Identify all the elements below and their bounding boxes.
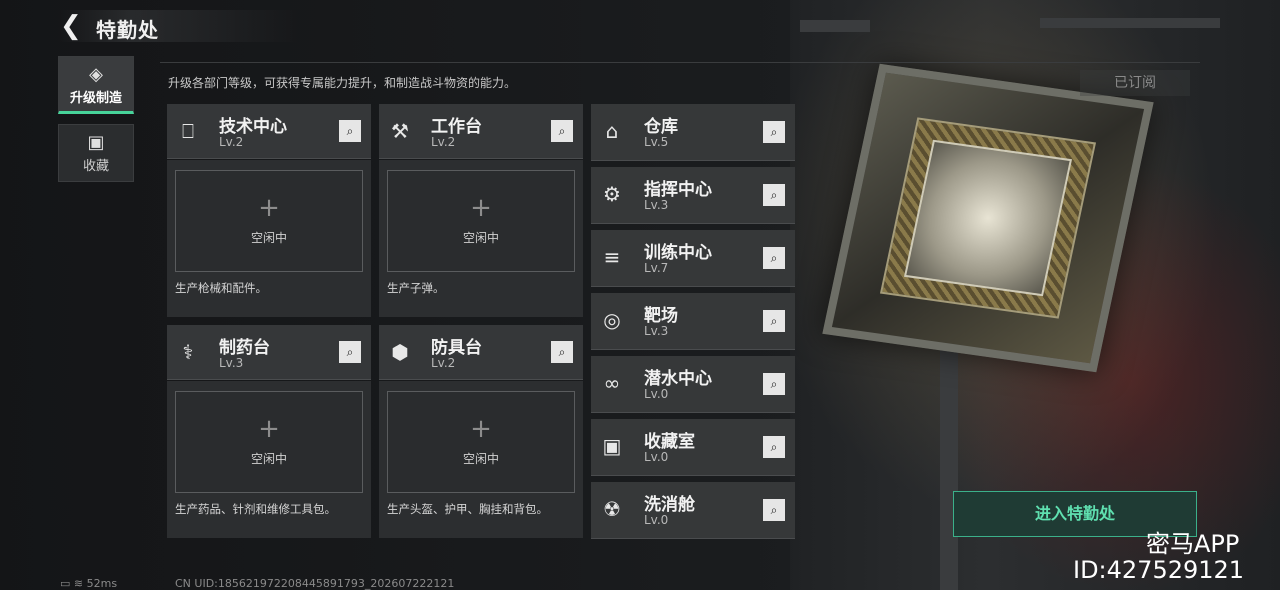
plus-icon: + xyxy=(258,193,280,223)
back-arrow-icon[interactable]: ❮ xyxy=(60,13,82,39)
watermark-app: 密马APP xyxy=(1146,530,1240,558)
slot-state: 空闲中 xyxy=(250,452,287,466)
tab-upgrade-manufacture[interactable]: ◈ 升级制造 xyxy=(58,56,134,114)
special-ops-cube-model xyxy=(822,63,1154,373)
diving-center-icon: ∞ xyxy=(603,371,621,395)
facility-decontamination[interactable]: ☢ 洗消舱 Lv.0 ⌕ xyxy=(591,482,795,539)
watermark-id: ID:427529121 xyxy=(1073,556,1245,584)
tab-collection[interactable]: ▣ 收藏 xyxy=(58,124,134,182)
decontamination-icon: ☢ xyxy=(603,497,621,521)
tab-label: 升级制造 xyxy=(69,91,122,106)
workstation-name: 制药台 xyxy=(219,338,270,358)
facility-warehouse[interactable]: ⌂ 仓库 Lv.5 ⌕ xyxy=(591,104,795,161)
tech-center-icon: ⎕ xyxy=(182,119,194,143)
workstation-caption: 生产头盔、护甲、胸挂和背包。 xyxy=(387,502,548,516)
facility-level: Lv.0 xyxy=(644,513,669,527)
workstation-body: + 空闲中 生产药品、针剂和维修工具包。 xyxy=(167,381,371,538)
production-slot[interactable]: + 空闲中 xyxy=(387,170,575,272)
page-title: 特勤处 xyxy=(96,18,159,42)
facility-shooting-range[interactable]: ◎ 靶场 Lv.3 ⌕ xyxy=(591,293,795,350)
search-icon[interactable]: ⌕ xyxy=(763,436,785,458)
facility-name: 收藏室 xyxy=(644,432,695,452)
tab-label: 收藏 xyxy=(82,159,109,174)
shooting-range-icon: ◎ xyxy=(603,308,621,332)
cube-core xyxy=(903,139,1073,297)
facility-level: Lv.0 xyxy=(644,387,669,401)
workstation-name: 工作台 xyxy=(431,117,482,137)
collection-icon: ▣ xyxy=(87,132,105,153)
search-icon[interactable]: ⌕ xyxy=(551,120,573,142)
workstation-body: + 空闲中 生产枪械和配件。 xyxy=(167,160,371,317)
workstation-level: Lv.2 xyxy=(431,356,456,370)
facility-level: Lv.0 xyxy=(644,450,669,464)
plus-icon: + xyxy=(470,414,492,444)
production-slot[interactable]: + 空闲中 xyxy=(175,391,363,493)
uid-text: CN UID:185621972208445891793_20260722212… xyxy=(175,577,455,590)
production-slot[interactable]: + 空闲中 xyxy=(387,391,575,493)
workstation-body: + 空闲中 生产头盔、护甲、胸挂和背包。 xyxy=(379,381,583,538)
search-icon[interactable]: ⌕ xyxy=(339,341,361,363)
workstation-header[interactable]: ⚕ 制药台 Lv.3 ⌕ xyxy=(167,325,371,380)
facility-level: Lv.7 xyxy=(644,261,669,275)
search-icon[interactable]: ⌕ xyxy=(763,247,785,269)
facility-name: 仓库 xyxy=(644,117,678,137)
workstation-caption: 生产子弹。 xyxy=(387,281,445,295)
battery-icon: ▭ xyxy=(60,577,71,590)
armor-bench-icon: ⬢ xyxy=(391,340,409,364)
facility-name: 洗消舱 xyxy=(644,495,695,515)
search-icon[interactable]: ⌕ xyxy=(763,310,785,332)
workstation-name: 技术中心 xyxy=(219,117,287,137)
upgrade-icon: ◈ xyxy=(89,64,103,85)
workstation-header[interactable]: ⚒ 工作台 Lv.2 ⌕ xyxy=(379,104,583,159)
search-icon[interactable]: ⌕ xyxy=(763,373,785,395)
status-bar: ▭ ≋ 52ms xyxy=(60,577,117,590)
search-icon[interactable]: ⌕ xyxy=(763,499,785,521)
workbench-icon: ⚒ xyxy=(391,119,409,143)
search-icon[interactable]: ⌕ xyxy=(763,184,785,206)
workstation-body: + 空闲中 生产子弹。 xyxy=(379,160,583,317)
command-center-icon: ⚙ xyxy=(603,182,621,206)
search-icon[interactable]: ⌕ xyxy=(763,121,785,143)
plus-icon: + xyxy=(470,193,492,223)
wifi-icon: ≋ xyxy=(73,577,84,590)
search-icon[interactable]: ⌕ xyxy=(551,341,573,363)
workstation-name: 防具台 xyxy=(431,338,482,358)
pipe-decoration xyxy=(1040,18,1220,28)
facility-name: 潜水中心 xyxy=(644,369,712,389)
facility-level: Lv.3 xyxy=(644,198,669,212)
collection-room-icon: ▣ xyxy=(602,434,622,458)
pharmacy-icon: ⚕ xyxy=(182,340,194,364)
workstation-level: Lv.2 xyxy=(219,135,244,149)
plus-icon: + xyxy=(258,414,280,444)
header-bar xyxy=(58,10,298,42)
pillar-decoration xyxy=(940,320,958,590)
warehouse-icon: ⌂ xyxy=(605,119,619,143)
workstation-caption: 生产药品、针剂和维修工具包。 xyxy=(175,502,336,516)
workstation-level: Lv.3 xyxy=(219,356,244,370)
facility-command-center[interactable]: ⚙ 指挥中心 Lv.3 ⌕ xyxy=(591,167,795,224)
facility-level: Lv.3 xyxy=(644,324,669,338)
facility-training-center[interactable]: ≡ 训练中心 Lv.7 ⌕ xyxy=(591,230,795,287)
divider xyxy=(160,62,1200,63)
subscribed-button[interactable]: 已订阅 xyxy=(1080,70,1190,96)
training-center-icon: ≡ xyxy=(603,245,621,269)
slot-state: 空闲中 xyxy=(462,452,499,466)
slot-state: 空闲中 xyxy=(250,231,287,245)
slot-state: 空闲中 xyxy=(462,231,499,245)
facility-diving-center[interactable]: ∞ 潜水中心 Lv.0 ⌕ xyxy=(591,356,795,413)
workstation-header[interactable]: ⬢ 防具台 Lv.2 ⌕ xyxy=(379,325,583,380)
facility-name: 靶场 xyxy=(644,306,678,326)
facility-collection-room[interactable]: ▣ 收藏室 Lv.0 ⌕ xyxy=(591,419,795,476)
description-text: 升级各部门等级，可获得专属能力提升，和制造战斗物资的能力。 xyxy=(168,76,517,90)
workstation-header[interactable]: ⎕ 技术中心 Lv.2 ⌕ xyxy=(167,104,371,159)
production-slot[interactable]: + 空闲中 xyxy=(175,170,363,272)
workstation-caption: 生产枪械和配件。 xyxy=(175,281,267,295)
ping-value: 52ms xyxy=(86,577,118,590)
workstation-level: Lv.2 xyxy=(431,135,456,149)
facility-name: 指挥中心 xyxy=(644,180,712,200)
pipe-decoration xyxy=(800,20,870,32)
facility-name: 训练中心 xyxy=(644,243,712,263)
search-icon[interactable]: ⌕ xyxy=(339,120,361,142)
facility-level: Lv.5 xyxy=(644,135,669,149)
